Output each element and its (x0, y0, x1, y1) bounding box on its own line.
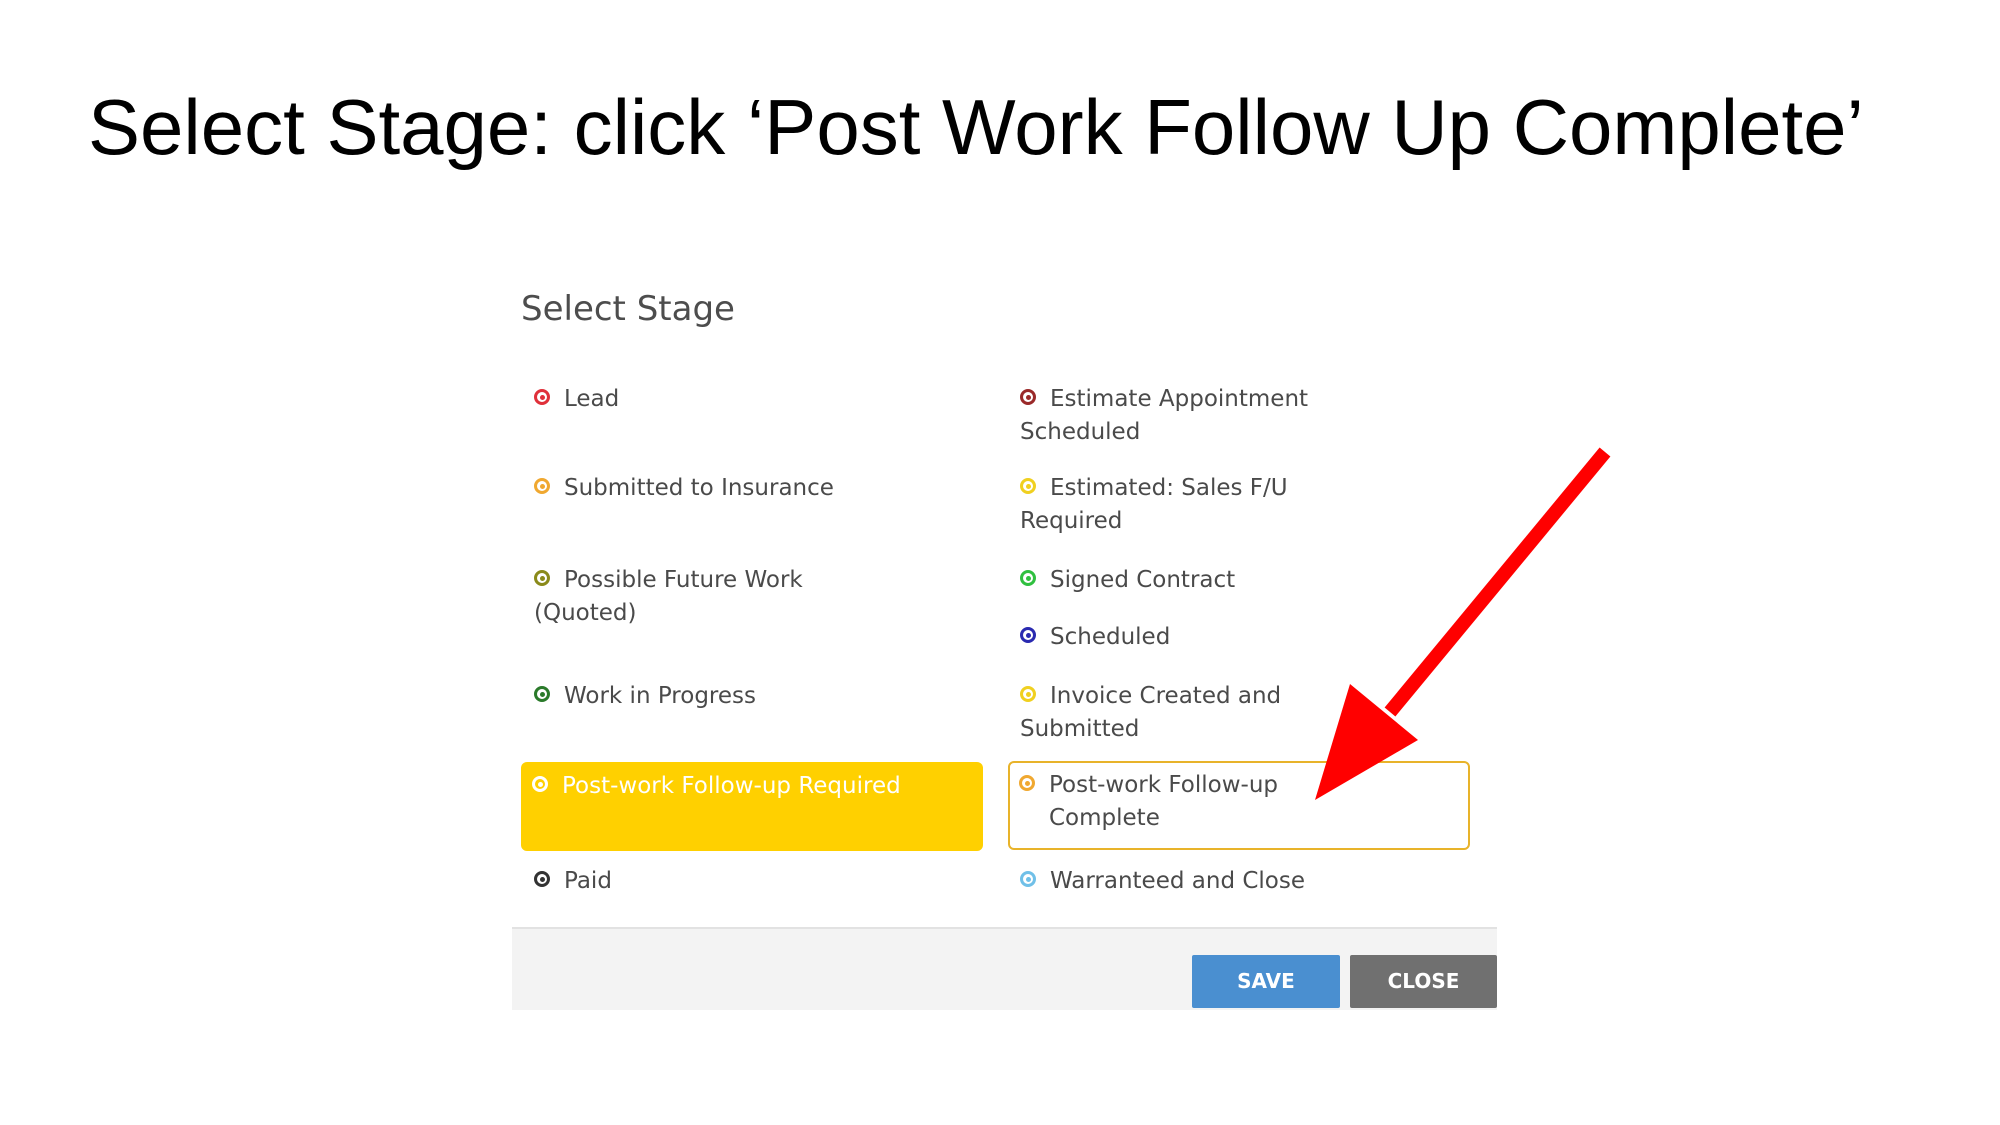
radio-target-icon (532, 776, 548, 792)
dialog-title: Select Stage (521, 289, 735, 329)
radio-target-icon (534, 389, 550, 405)
dialog-footer: SAVE CLOSE (512, 927, 1497, 1010)
stage-option-submitted-to-insurance[interactable]: Submitted to Insurance (523, 472, 883, 505)
radio-target-icon (1019, 775, 1035, 791)
radio-target-icon (1020, 686, 1036, 702)
close-button[interactable]: CLOSE (1350, 955, 1497, 1008)
stage-label: Warranteed and Close (1050, 868, 1306, 894)
select-stage-dialog: Select Stage Lead Submitted to Insurance… (512, 275, 1497, 1010)
stage-label: Signed Contract (1050, 567, 1236, 593)
radio-target-icon (1020, 570, 1036, 586)
stage-label: Invoice Created and Submitted (1020, 683, 1282, 742)
stage-option-paid[interactable]: Paid (523, 865, 883, 898)
stage-label: Estimate Appointment Scheduled (1020, 386, 1309, 445)
radio-target-icon (1020, 627, 1036, 643)
stage-label: Post-work Follow-up Complete (1049, 772, 1279, 831)
save-button[interactable]: SAVE (1192, 955, 1340, 1008)
stage-option-lead[interactable]: Lead (523, 383, 883, 416)
stage-label: Submitted to Insurance (564, 475, 834, 501)
radio-target-icon (534, 871, 550, 887)
stage-label: Post-work Follow-up Required (562, 773, 901, 799)
stage-label: Paid (564, 868, 612, 894)
slide-title: Select Stage: click ‘Post Work Follow Up… (88, 83, 1864, 171)
stage-option-estimated-sales-fu-required[interactable]: Estimated: Sales F/U Required (1009, 472, 1309, 538)
stage-option-scheduled[interactable]: Scheduled (1009, 621, 1369, 654)
radio-target-icon (534, 686, 550, 702)
stage-option-possible-future-work[interactable]: Possible Future Work (Quoted) (523, 564, 823, 630)
stage-option-estimate-appointment-scheduled[interactable]: Estimate Appointment Scheduled (1009, 383, 1309, 449)
stage-option-post-work-follow-up-complete[interactable]: Post-work Follow-up Complete (1008, 761, 1470, 850)
radio-target-icon (1020, 871, 1036, 887)
stage-option-signed-contract[interactable]: Signed Contract (1009, 564, 1369, 597)
stage-label: Work in Progress (564, 683, 756, 709)
stage-label: Estimated: Sales F/U Required (1020, 475, 1288, 534)
stage-option-post-work-follow-up-required[interactable]: Post-work Follow-up Required (521, 762, 983, 851)
radio-target-icon (1020, 389, 1036, 405)
stage-label: Lead (564, 386, 620, 412)
stage-option-warranteed-and-close[interactable]: Warranteed and Close (1009, 865, 1369, 898)
stage-label: Possible Future Work (Quoted) (534, 567, 803, 626)
stage-option-work-in-progress[interactable]: Work in Progress (523, 680, 883, 713)
stage-option-invoice-created-and-submitted[interactable]: Invoice Created and Submitted (1009, 680, 1309, 746)
radio-target-icon (1020, 478, 1036, 494)
stage-label: Scheduled (1050, 624, 1171, 650)
radio-target-icon (534, 570, 550, 586)
radio-target-icon (534, 478, 550, 494)
